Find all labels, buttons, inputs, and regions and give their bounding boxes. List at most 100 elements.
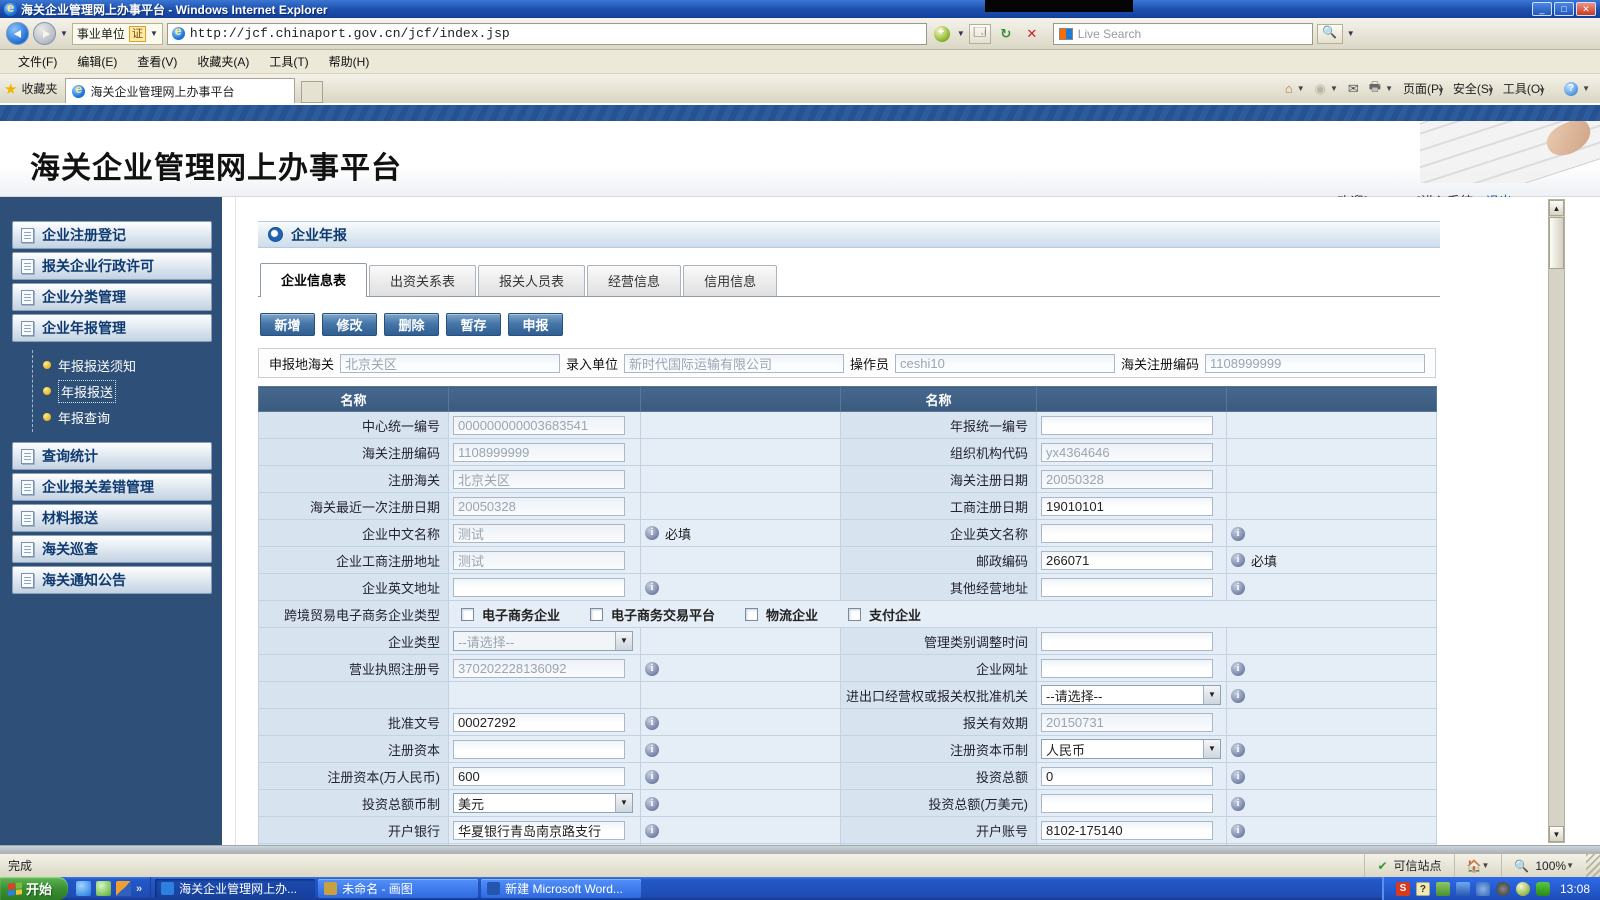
zoom-section[interactable]: 🔍 100%▼: [1501, 854, 1586, 877]
quick-launch-overflow-icon[interactable]: »: [136, 883, 142, 895]
info-icon[interactable]: i: [1231, 527, 1245, 541]
sidebar-subitem[interactable]: 年报报送: [43, 378, 212, 404]
tray-shield-icon[interactable]: [1536, 882, 1550, 896]
rss-feed-icon[interactable]: ◉: [1315, 81, 1326, 97]
text-input[interactable]: [453, 578, 625, 597]
minimize-button[interactable]: _: [1532, 2, 1552, 16]
sidebar-item[interactable]: 查询统计: [12, 442, 212, 470]
tab-5[interactable]: 信用信息: [683, 265, 777, 296]
text-input[interactable]: 600: [453, 767, 625, 786]
tray-help-icon[interactable]: ?: [1416, 882, 1430, 896]
info-icon[interactable]: i: [645, 581, 659, 595]
search-input[interactable]: Live Search: [1053, 23, 1313, 45]
info-icon[interactable]: i: [645, 797, 659, 811]
sidebar-item[interactable]: 企业分类管理: [12, 283, 212, 311]
menu-item[interactable]: 工具(T): [259, 50, 318, 73]
search-button[interactable]: 🔍: [1317, 24, 1343, 44]
chevron-down-icon[interactable]: ▼: [1203, 686, 1220, 704]
text-input[interactable]: 00027292: [453, 713, 625, 732]
favorites-label[interactable]: 收藏夹: [21, 80, 57, 97]
content-scrollbar[interactable]: ▲ ▼: [1548, 199, 1565, 843]
sidebar-item[interactable]: 海关通知公告: [12, 566, 212, 594]
info-icon[interactable]: i: [645, 716, 659, 730]
tab-4[interactable]: 经营信息: [587, 265, 681, 296]
home-icon[interactable]: ⌂: [1285, 81, 1293, 96]
tray-picture-icon[interactable]: [1456, 882, 1470, 896]
new-tab-button[interactable]: [301, 81, 323, 103]
menu-item[interactable]: 收藏夹(A): [187, 50, 259, 73]
tray-volume-icon[interactable]: [1496, 882, 1510, 896]
certificate-dropdown-icon[interactable]: ▼: [150, 29, 158, 38]
menu-item[interactable]: 编辑(E): [67, 50, 127, 73]
sidebar-item[interactable]: 企业年报管理: [12, 314, 212, 342]
menu-item[interactable]: 查看(V): [127, 50, 187, 73]
resize-grip[interactable]: [1586, 854, 1600, 877]
certificate-box[interactable]: 事业单位 证 ▼: [72, 23, 163, 45]
text-input[interactable]: [453, 740, 625, 759]
tab-1[interactable]: 企业信息表: [260, 263, 367, 297]
stop-icon[interactable]: ✕: [1021, 24, 1043, 44]
info-icon[interactable]: i: [1231, 662, 1245, 676]
scroll-up-icon[interactable]: ▲: [1549, 200, 1564, 216]
menu-item[interactable]: 帮助(H): [319, 50, 380, 73]
taskbar-task[interactable]: 海关企业管理网上办...: [155, 879, 315, 898]
checkbox[interactable]: [461, 608, 474, 621]
refresh-icon[interactable]: ↻: [995, 24, 1017, 44]
sidebar-item[interactable]: 报关企业行政许可: [12, 252, 212, 280]
text-input[interactable]: [1041, 416, 1213, 435]
suggested-sites-icon[interactable]: [931, 24, 953, 44]
info-icon[interactable]: i: [1231, 581, 1245, 595]
address-dropdown-icon[interactable]: ▼: [957, 29, 965, 38]
action-button[interactable]: 删除: [384, 313, 439, 336]
quick-launch-green-icon[interactable]: [96, 881, 111, 896]
sidebar-item[interactable]: 企业注册登记: [12, 221, 212, 249]
text-input[interactable]: 19010101: [1041, 497, 1213, 516]
quick-launch-ie-icon[interactable]: [76, 881, 91, 896]
tab-2[interactable]: 出资关系表: [369, 265, 476, 296]
history-dropdown-icon[interactable]: ▼: [60, 29, 68, 38]
tray-green-icon[interactable]: [1436, 882, 1450, 896]
select-dropdown[interactable]: --请选择--▼: [1041, 685, 1221, 705]
print-icon[interactable]: 🖶: [1369, 78, 1381, 100]
info-icon[interactable]: i: [1231, 824, 1245, 838]
sidebar-subitem[interactable]: 年报查询: [43, 404, 212, 430]
maximize-button[interactable]: □: [1554, 2, 1574, 16]
info-icon[interactable]: i: [645, 824, 659, 838]
info-icon[interactable]: i: [645, 743, 659, 757]
favorites-star-icon[interactable]: ★: [4, 80, 17, 98]
browser-tab[interactable]: 海关企业管理网上办事平台: [65, 78, 295, 103]
chevron-down-icon[interactable]: ▼: [1487, 86, 1495, 95]
protected-mode-section[interactable]: 🏠▼: [1454, 854, 1502, 877]
text-input[interactable]: 华夏银行青岛南京路支行: [453, 821, 625, 840]
checkbox[interactable]: [590, 608, 603, 621]
taskbar-task[interactable]: 未命名 - 画图: [318, 879, 478, 898]
scrollbar-thumb[interactable]: [1549, 217, 1564, 269]
info-icon[interactable]: i: [1231, 797, 1245, 811]
forward-button[interactable]: [33, 22, 56, 45]
taskbar-task[interactable]: 新建 Microsoft Word...: [481, 879, 641, 898]
info-icon[interactable]: i: [1231, 553, 1245, 567]
sidebar-item[interactable]: 海关巡查: [12, 535, 212, 563]
text-input[interactable]: [1041, 794, 1213, 813]
text-input[interactable]: 0: [1041, 767, 1213, 786]
text-input[interactable]: [1041, 659, 1213, 678]
quick-launch-media-icon[interactable]: [116, 881, 131, 896]
text-input[interactable]: [1041, 524, 1213, 543]
tray-antivirus-icon[interactable]: [1516, 882, 1530, 896]
clock[interactable]: 13:08: [1560, 882, 1590, 896]
info-icon[interactable]: i: [1231, 743, 1245, 757]
menu-item[interactable]: 文件(F): [8, 50, 67, 73]
info-icon[interactable]: i: [1231, 770, 1245, 784]
action-button[interactable]: 申报: [508, 313, 563, 336]
select-dropdown[interactable]: 美元▼: [453, 793, 633, 813]
select-dropdown[interactable]: 人民币▼: [1041, 739, 1221, 759]
action-button[interactable]: 修改: [322, 313, 377, 336]
help-icon[interactable]: ?: [1564, 82, 1578, 96]
checkbox[interactable]: [745, 608, 758, 621]
search-dropdown-icon[interactable]: ▼: [1347, 29, 1355, 38]
chevron-down-icon[interactable]: ▼: [1437, 86, 1445, 95]
text-input[interactable]: 8102-175140: [1041, 821, 1213, 840]
text-input[interactable]: 266071: [1041, 551, 1213, 570]
action-button[interactable]: 新增: [260, 313, 315, 336]
checkbox[interactable]: [848, 608, 861, 621]
